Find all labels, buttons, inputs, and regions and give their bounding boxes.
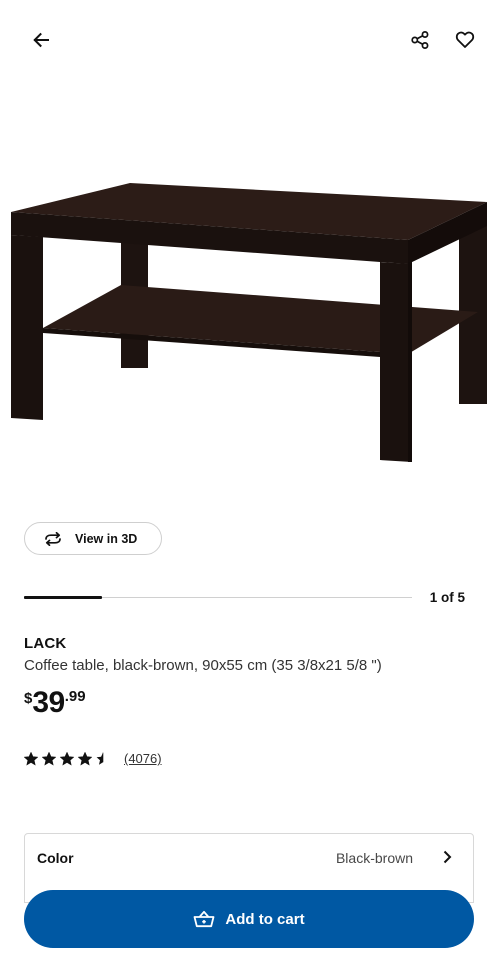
review-count-link[interactable]: (4076) xyxy=(124,751,162,766)
share-button[interactable] xyxy=(402,22,438,58)
price-integer: 39 xyxy=(32,686,65,719)
product-price: $ 39 .99 xyxy=(24,686,86,720)
star-full-icon xyxy=(42,751,56,766)
image-progress-fill xyxy=(24,596,102,599)
coffee-table-illustration xyxy=(11,183,487,462)
star-full-icon xyxy=(24,751,38,766)
price-decimal: .99 xyxy=(64,688,86,705)
back-button[interactable] xyxy=(23,22,59,58)
rotate-3d-icon xyxy=(45,531,61,546)
add-to-cart-label: Add to cart xyxy=(225,910,305,928)
color-value: Black-brown xyxy=(335,850,413,866)
arrow-left-icon xyxy=(33,32,49,48)
view-in-3d-button[interactable]: View in 3D xyxy=(24,522,162,555)
rating-stars xyxy=(24,751,114,766)
basket-icon xyxy=(194,910,215,928)
product-description: Coffee table, black-brown, 90x55 cm (35 … xyxy=(24,657,382,674)
image-pager: 1 of 5 xyxy=(429,590,465,605)
top-bar xyxy=(0,22,497,58)
share-icon xyxy=(411,31,429,49)
star-half-icon xyxy=(96,752,104,765)
star-full-icon xyxy=(78,751,92,766)
price-currency: $ xyxy=(24,690,33,707)
add-to-cart-button[interactable]: Add to cart xyxy=(24,890,474,948)
product-rating[interactable]: (4076) xyxy=(24,751,162,766)
heart-icon xyxy=(455,31,475,48)
color-label: Color xyxy=(37,850,74,866)
favorite-button[interactable] xyxy=(447,22,483,58)
star-full-icon xyxy=(60,751,74,766)
image-progress-bar xyxy=(24,596,412,599)
product-image[interactable] xyxy=(0,150,497,480)
product-name: LACK xyxy=(24,635,67,652)
view-in-3d-label: View in 3D xyxy=(75,531,138,546)
chevron-right-icon xyxy=(443,850,452,864)
